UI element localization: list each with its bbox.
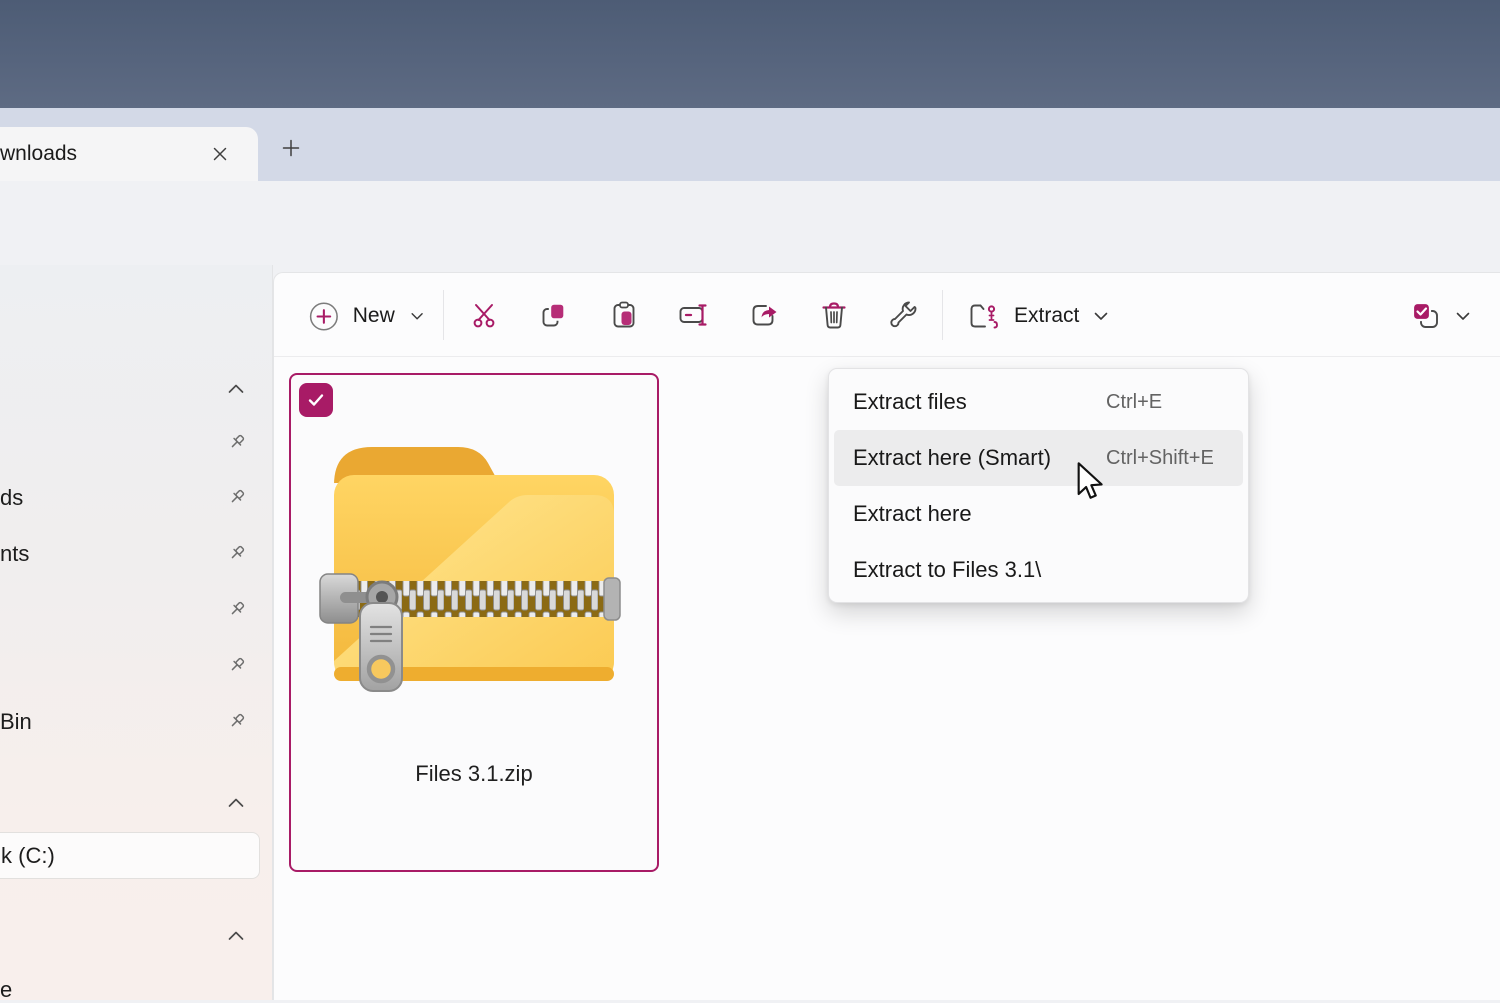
menu-item-extract-here-smart[interactable]: Extract here (Smart) Ctrl+Shift+E xyxy=(834,430,1243,486)
tools-button[interactable] xyxy=(882,293,926,337)
extract-menu: Extract files Ctrl+E Extract here (Smart… xyxy=(828,368,1249,603)
chevron-up-icon xyxy=(225,925,247,947)
chevron-down-icon xyxy=(409,307,425,325)
zip-folder-icon xyxy=(969,301,1001,331)
wrench-icon xyxy=(889,300,919,330)
delete-button[interactable] xyxy=(812,293,856,337)
pin-icon[interactable] xyxy=(224,431,248,455)
menu-item-extract-here[interactable]: Extract here xyxy=(834,486,1243,542)
extract-button[interactable]: Extract xyxy=(957,293,1127,339)
select-checkbox-icon xyxy=(1410,300,1442,332)
sidebar-item-downloads[interactable]: ds xyxy=(0,485,23,511)
new-tab-button[interactable] xyxy=(276,133,306,163)
new-button[interactable]: New xyxy=(297,293,437,339)
sidebar-item-bottom[interactable]: e xyxy=(0,977,12,1003)
extract-button-label: Extract xyxy=(1014,304,1079,328)
section-collapse-button[interactable] xyxy=(224,924,248,948)
section-collapse-button[interactable] xyxy=(224,377,248,401)
section-collapse-button[interactable] xyxy=(224,791,248,815)
plus-circle-icon xyxy=(309,300,339,333)
check-icon xyxy=(306,390,326,410)
pin-icon[interactable] xyxy=(224,486,248,510)
toolbar: New xyxy=(274,273,1500,357)
cut-button[interactable] xyxy=(462,293,506,337)
copy-icon xyxy=(540,301,568,329)
sidebar: ds nts Bin k (C:) e xyxy=(0,265,273,1000)
selection-checkbox[interactable] xyxy=(299,383,333,417)
chevron-down-icon xyxy=(1092,307,1110,325)
zip-file-icon xyxy=(318,431,630,693)
pin-icon[interactable] xyxy=(224,598,248,622)
share-button[interactable] xyxy=(742,293,786,337)
pin-icon[interactable] xyxy=(224,654,248,678)
tab-downloads[interactable]: wnloads xyxy=(0,127,258,181)
pin-icon[interactable] xyxy=(224,542,248,566)
new-button-label: New xyxy=(353,304,395,328)
menu-item-extract-to-folder[interactable]: Extract to Files 3.1\ xyxy=(834,542,1243,598)
shortcut-label: Ctrl+E xyxy=(1106,391,1162,414)
sidebar-item-label: k (C:) xyxy=(1,843,55,869)
chevron-up-icon xyxy=(225,792,247,814)
chevron-up-icon xyxy=(225,378,247,400)
scissors-icon xyxy=(470,301,498,329)
tab-bar: wnloads xyxy=(0,108,1500,181)
pin-icon[interactable] xyxy=(224,710,248,734)
sidebar-item-local-disk-selected[interactable]: k (C:) xyxy=(0,832,260,879)
navigation-bar: Local Disk (C:) Users Public Downloads xyxy=(0,181,1500,265)
copy-button[interactable] xyxy=(532,293,576,337)
desktop-wallpaper xyxy=(0,0,1500,108)
sidebar-item-documents[interactable]: nts xyxy=(0,541,29,567)
close-tab-button[interactable] xyxy=(207,141,233,167)
plus-icon xyxy=(282,139,300,157)
share-icon xyxy=(749,300,779,330)
rename-button[interactable] xyxy=(671,293,715,337)
cursor-pointer xyxy=(1076,462,1108,506)
close-icon xyxy=(212,146,228,162)
toolbar-separator xyxy=(443,290,444,340)
paste-icon xyxy=(610,301,638,329)
paste-button[interactable] xyxy=(602,293,646,337)
sidebar-item-recycle-bin[interactable]: Bin xyxy=(0,709,32,735)
tab-title: wnloads xyxy=(0,142,77,166)
trash-icon xyxy=(820,300,848,330)
menu-item-extract-files[interactable]: Extract files Ctrl+E xyxy=(834,374,1243,430)
chevron-down-icon xyxy=(1454,307,1472,325)
rename-icon xyxy=(678,301,708,329)
file-card[interactable]: Files 3.1.zip xyxy=(289,373,659,872)
shortcut-label: Ctrl+Shift+E xyxy=(1106,447,1214,470)
toolbar-separator xyxy=(942,290,943,340)
layout-button[interactable] xyxy=(1402,293,1486,339)
file-name: Files 3.1.zip xyxy=(291,761,657,787)
